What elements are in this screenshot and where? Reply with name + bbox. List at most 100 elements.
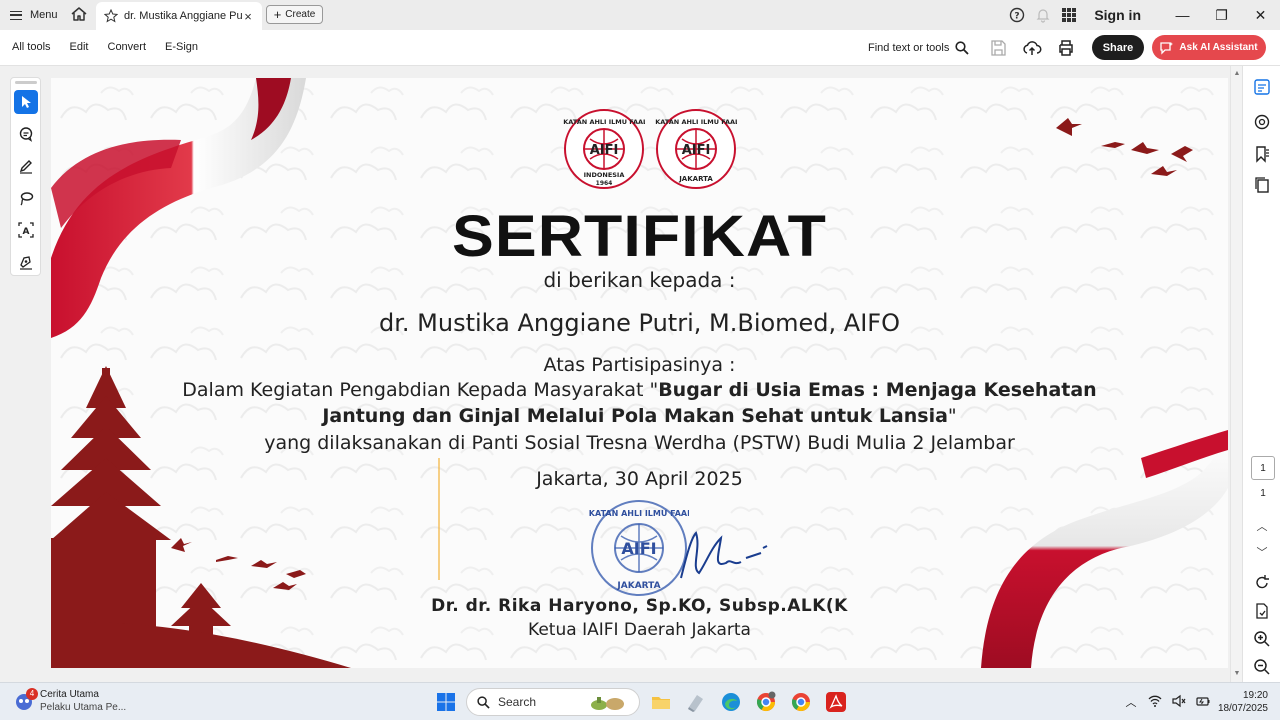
edge-browser-icon[interactable] — [720, 691, 742, 713]
scroll-down-arrow[interactable]: ▼ — [1233, 670, 1241, 677]
aifi-indonesia-logo: AIFI IKATAN AHLI ILMU FAAL INDONESIA 196… — [563, 109, 645, 189]
certificate-given-to: di berikan kepada : — [543, 268, 736, 292]
certificate-title: SERTIFIKAT — [451, 204, 828, 269]
stamp-top-text: IKATAN AHLI ILMU FAAL — [589, 509, 689, 518]
system-tray: ︿ — [1124, 694, 1220, 709]
logo1-bottom-text: INDONESIA — [584, 171, 625, 179]
notification-bell-icon[interactable] — [1035, 7, 1051, 23]
save-icon[interactable] — [988, 38, 1008, 58]
certificate-signer: Dr. dr. Rika Haryono, Sp.KO, Subsp.ALK(K — [431, 596, 848, 616]
volume-muted-icon[interactable] — [1172, 694, 1186, 708]
certificate-venue: yang dilaksanakan di Panti Sosial Tresna… — [264, 432, 1015, 454]
close-window-button[interactable]: ✕ — [1241, 7, 1280, 24]
chrome-profile-icon[interactable] — [755, 691, 777, 713]
title-bar: Menu dr. Mustika Anggiane Pu... × + Crea… — [0, 0, 1280, 30]
comments-panel-icon[interactable] — [1253, 113, 1271, 131]
zoom-in-icon[interactable] — [1253, 630, 1271, 648]
menu-all-tools[interactable]: All tools — [12, 41, 51, 53]
menu-bar: All tools Edit Convert E-Sign — [12, 41, 217, 53]
minimize-button[interactable]: — — [1163, 7, 1202, 23]
news-subtitle: Pelaku Utama Pe... — [40, 702, 127, 713]
rail-drag-handle[interactable] — [15, 81, 37, 84]
comment-icon — [19, 127, 33, 142]
taskbar-search-box[interactable]: Search — [466, 688, 640, 716]
vertical-scrollbar[interactable]: ▲ ▼ — [1230, 66, 1242, 682]
create-button[interactable]: + Create — [266, 5, 323, 24]
file-explorer-icon[interactable] — [650, 691, 672, 713]
ask-ai-assistant-button[interactable]: Ask AI Assistant — [1152, 35, 1266, 60]
news-widget[interactable]: 4 Cerita Utama Pelaku Utama Pe... — [14, 688, 126, 714]
lasso-icon — [20, 192, 34, 206]
sign-in-button[interactable]: Sign in — [1094, 7, 1141, 23]
svg-text:?: ? — [1015, 12, 1020, 22]
ai-summary-icon[interactable] — [1253, 78, 1271, 96]
system-clock[interactable]: 19:20 18/07/2025 — [1214, 689, 1268, 715]
menu-e-sign[interactable]: E-Sign — [165, 41, 198, 53]
ai-label: Ask AI Assistant — [1179, 42, 1258, 53]
scroll-up-arrow[interactable]: ▲ — [1233, 70, 1241, 77]
text-box-icon: A — [18, 222, 34, 238]
total-pages-label: 1 — [1260, 488, 1266, 499]
apps-grid-icon[interactable] — [1061, 7, 1077, 23]
share-button[interactable]: Share — [1092, 35, 1144, 60]
certificate-recipient: dr. Mustika Anggiane Putri, M.Biomed, AI… — [379, 309, 900, 337]
right-panel-rail: 1 1 ︿ ﹀ — [1242, 66, 1280, 682]
page-scan-icon[interactable] — [1253, 602, 1271, 620]
draw-tool[interactable] — [14, 154, 38, 178]
create-label: Create — [285, 9, 316, 20]
refresh-icon[interactable] — [1253, 574, 1271, 592]
menu-label: Menu — [30, 9, 58, 21]
tab-close-button[interactable]: × — [242, 9, 254, 24]
menu-edit[interactable]: Edit — [70, 41, 89, 53]
left-tool-rail: A — [10, 77, 41, 276]
wifi-icon[interactable] — [1148, 694, 1162, 708]
news-badge: 4 — [26, 688, 38, 700]
text-select-tool[interactable]: A — [14, 218, 38, 242]
certificate-activity-line2: Jantung dan Ginjal Melalui Pola Makan Se… — [51, 405, 1228, 427]
ai-assistant-icon — [1160, 41, 1174, 55]
find-tools-button[interactable]: Find text or tools — [868, 41, 969, 55]
chrome-browser-icon[interactable] — [790, 691, 812, 713]
news-widget-icon: 4 — [14, 688, 38, 711]
previous-page-button[interactable]: ︿ — [1255, 518, 1269, 534]
tab-document[interactable]: dr. Mustika Anggiane Pu... × — [96, 2, 262, 30]
print-icon[interactable] — [1056, 38, 1076, 58]
svg-text:A: A — [23, 227, 30, 237]
star-icon[interactable] — [104, 9, 118, 23]
menu-button[interactable]: Menu — [10, 6, 58, 24]
tray-overflow-chevron-icon[interactable]: ︿ — [1124, 694, 1138, 709]
comment-tool[interactable] — [14, 122, 38, 146]
help-icon[interactable]: ? — [1009, 7, 1025, 23]
certificate-participation-label: Atas Partisipasinya : — [543, 354, 736, 376]
search-icon — [955, 41, 969, 55]
current-page-input[interactable]: 1 — [1251, 456, 1275, 480]
activity-suffix: " — [947, 405, 957, 427]
logo2-top-text: IKATAN AHLI ILMU FAAL — [655, 118, 737, 126]
activity-title-part1: Bugar di Usia Emas : Menjaga Kesehatan — [658, 379, 1097, 401]
bookmark-icon[interactable] — [1253, 145, 1271, 163]
pdf-page[interactable]: AIFI IKATAN AHLI ILMU FAAL INDONESIA 196… — [51, 78, 1228, 668]
document-viewport[interactable]: AIFI IKATAN AHLI ILMU FAAL INDONESIA 196… — [0, 66, 1242, 682]
windows-start-icon[interactable] — [436, 692, 456, 712]
sign-tool[interactable] — [14, 250, 38, 274]
pages-icon[interactable] — [1253, 176, 1271, 194]
activity-title-part2: Jantung dan Ginjal Melalui Pola Makan Se… — [322, 405, 948, 427]
select-tool[interactable] — [14, 90, 38, 114]
home-icon[interactable] — [70, 5, 88, 23]
search-label: Search — [498, 695, 537, 709]
news-title: Cerita Utama — [40, 689, 99, 700]
stamp-mark: AIFI — [621, 539, 656, 558]
acrobat-reader-icon[interactable] — [825, 691, 847, 713]
battery-icon[interactable] — [1196, 694, 1210, 708]
menu-convert[interactable]: Convert — [108, 41, 147, 53]
notepad-app-icon[interactable] — [685, 691, 707, 713]
next-page-button[interactable]: ﹀ — [1255, 544, 1269, 560]
certificate-date: Jakarta, 30 April 2025 — [536, 468, 743, 490]
logo2-bottom-text: JAKARTA — [678, 175, 713, 183]
lasso-tool[interactable] — [14, 186, 38, 210]
stamp-bottom-text: JAKARTA — [616, 581, 660, 591]
zoom-out-icon[interactable] — [1253, 658, 1271, 676]
cloud-upload-icon[interactable] — [1022, 38, 1042, 58]
logo1-year: 1964 — [596, 180, 613, 187]
maximize-button[interactable]: ❐ — [1202, 7, 1241, 24]
